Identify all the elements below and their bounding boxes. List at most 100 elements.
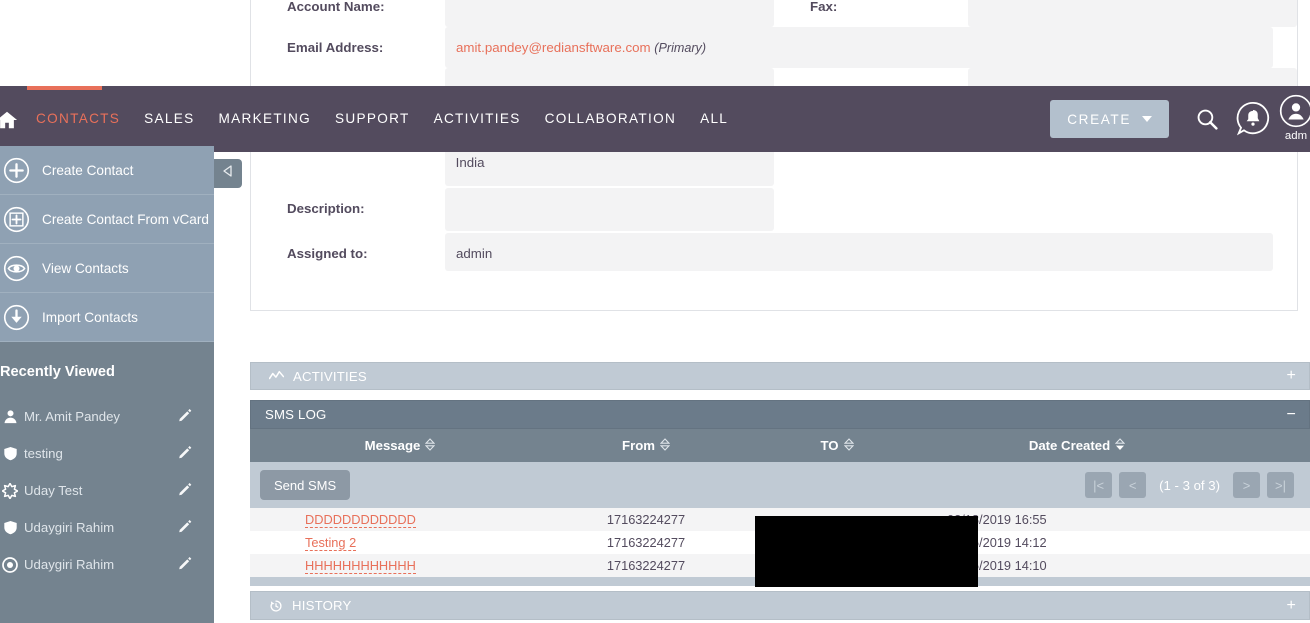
message-link[interactable]: DDDDDDDDDDDD <box>305 512 416 528</box>
panel-activities[interactable]: ACTIVITIES + <box>250 362 1310 390</box>
column-header-message[interactable]: Message <box>250 437 550 454</box>
nav-link-marketing[interactable]: MARKETING <box>206 86 323 152</box>
assigned-to-label: Assigned to: <box>251 233 445 274</box>
nav-link-collaboration[interactable]: COLLABORATION <box>533 86 688 152</box>
chevron-down-icon <box>1142 116 1152 122</box>
panel-history[interactable]: HISTORY + <box>250 591 1310 620</box>
email-address-label: Email Address: <box>251 27 445 68</box>
left-sidebar: Create Contact Create Contact From vCard <box>0 146 214 623</box>
nav-link-support[interactable]: SUPPORT <box>323 86 422 152</box>
description-value[interactable] <box>444 188 774 231</box>
sort-both-icon <box>425 437 436 454</box>
pencil-icon[interactable] <box>178 408 192 425</box>
list-item[interactable]: testing <box>0 435 214 472</box>
sidebar-collapse-button[interactable] <box>214 159 242 188</box>
sidebar-item-import-contacts[interactable]: Import Contacts <box>0 293 214 342</box>
cell-message: DDDDDDDDDDDD <box>250 512 550 528</box>
history-clock-icon <box>269 599 283 613</box>
sidebar-item-label: Create Contact <box>42 162 134 178</box>
page-first-button[interactable]: |< <box>1085 472 1113 498</box>
column-header-from[interactable]: From <box>550 437 742 454</box>
send-sms-button[interactable]: Send SMS <box>260 470 351 500</box>
message-link[interactable]: Testing 2 <box>305 535 357 551</box>
nav-link-contacts[interactable]: CONTACTS <box>24 86 132 152</box>
create-button-label: CREATE <box>1067 111 1131 127</box>
column-header-label: Message <box>364 438 421 453</box>
app-root: Account Name: Fax: Email Address: amit.p… <box>0 0 1310 623</box>
email-link[interactable]: amit.pandey@rediansftware.com <box>456 40 651 55</box>
user-menu[interactable]: adm <box>1276 86 1310 152</box>
plus-square-icon <box>0 206 42 233</box>
pencil-icon[interactable] <box>178 556 192 573</box>
description-right-value <box>967 188 1297 231</box>
message-link[interactable]: HHHHHHHHHHHH <box>305 558 416 574</box>
fax-label: Fax: <box>774 0 968 27</box>
email-address-value[interactable]: amit.pandey@rediansftware.com (Primary) <box>445 27 1273 68</box>
sidebar-item-view-contacts[interactable]: View Contacts <box>0 244 214 293</box>
detail-panel-bottom-spacer <box>251 274 1297 310</box>
list-item[interactable]: Udaygiri Rahim <box>0 509 214 546</box>
navbar-right-actions: CREATE adm <box>1050 86 1310 152</box>
contact-detail-panel: Account Name: Fax: Email Address: amit.p… <box>250 0 1298 311</box>
sidebar-item-label: View Contacts <box>42 260 129 276</box>
home-icon[interactable] <box>0 109 20 131</box>
page-prev-button[interactable]: < <box>1119 472 1147 498</box>
pagination-count: (1 - 3 of 3) <box>1159 477 1220 493</box>
pencil-icon[interactable] <box>178 445 192 462</box>
sort-desc-icon <box>1114 437 1126 454</box>
create-button[interactable]: CREATE <box>1050 100 1169 138</box>
nav-link-sales[interactable]: SALES <box>132 86 206 152</box>
panel-toggle-icon[interactable]: + <box>1286 597 1296 613</box>
list-item-label: testing <box>24 446 63 461</box>
sidebar-item-create-contact-from-vcard[interactable]: Create Contact From vCard <box>0 195 214 244</box>
fax-value[interactable] <box>967 0 1297 27</box>
sidebar-item-create-contact[interactable]: Create Contact <box>0 146 214 195</box>
detail-row-email: Email Address: amit.pandey@rediansftware… <box>251 27 1297 68</box>
sms-log-toolbar: Send SMS |< < (1 - 3 of 3) > >| <box>250 462 1310 508</box>
panel-toggle-icon[interactable]: + <box>1286 368 1296 384</box>
eye-icon <box>0 255 42 282</box>
top-navbar: CONTACTS SALES MARKETING SUPPORT ACTIVIT… <box>0 86 1310 152</box>
list-item-label: Udaygiri Rahim <box>24 557 115 572</box>
list-item[interactable]: Mr. Amit Pandey <box>0 398 214 435</box>
column-header-to[interactable]: TO <box>742 437 932 454</box>
user-avatar-icon <box>1279 94 1310 127</box>
pencil-icon[interactable] <box>178 482 192 499</box>
column-header-label: Date Created <box>1028 438 1111 453</box>
account-name-value[interactable] <box>444 0 774 27</box>
address-country-line: India <box>455 155 485 170</box>
list-item[interactable]: Uday Test <box>0 472 214 509</box>
page-next-button[interactable]: > <box>1233 472 1260 498</box>
detail-row-account-fax: Account Name: Fax: <box>251 0 1297 27</box>
cell-message: Testing 2 <box>250 535 550 551</box>
nav-link-activities[interactable]: ACTIVITIES <box>422 86 533 152</box>
shield-icon <box>0 520 24 535</box>
activity-line-icon <box>269 370 284 382</box>
panel-sms-log[interactable]: SMS LOG − <box>250 400 1310 429</box>
recently-viewed-section: Recently Viewed Mr. Amit Pandey testing … <box>0 342 214 623</box>
bell-icon[interactable] <box>1230 86 1276 152</box>
column-header-date-created[interactable]: Date Created <box>932 437 1222 454</box>
cell-message: HHHHHHHHHHHH <box>250 558 550 574</box>
page-last-button[interactable]: >| <box>1267 472 1294 498</box>
cell-from: 17163224277 <box>606 558 686 573</box>
assigned-to-value[interactable]: admin <box>445 233 1273 271</box>
list-item-label: Uday Test <box>24 483 83 498</box>
description-label: Description: <box>251 188 445 231</box>
pencil-icon[interactable] <box>178 519 192 536</box>
target-icon <box>0 556 24 573</box>
shield-icon <box>0 446 24 461</box>
panel-title: HISTORY <box>292 598 352 613</box>
account-name-label: Account Name: <box>251 0 445 27</box>
person-icon <box>0 409 24 424</box>
recently-viewed-title: Recently Viewed <box>0 364 115 380</box>
search-icon[interactable] <box>1184 86 1230 152</box>
panel-title: SMS LOG <box>265 407 327 422</box>
nav-link-all[interactable]: ALL <box>688 86 740 152</box>
panel-toggle-icon[interactable]: − <box>1286 406 1296 422</box>
detail-row-description: Description: <box>251 188 1297 231</box>
column-header-label: From <box>622 438 655 453</box>
list-item[interactable]: Udaygiri Rahim <box>0 546 214 583</box>
user-name-label: adm <box>1284 129 1308 142</box>
detail-row-assigned: Assigned to: admin <box>251 233 1297 274</box>
